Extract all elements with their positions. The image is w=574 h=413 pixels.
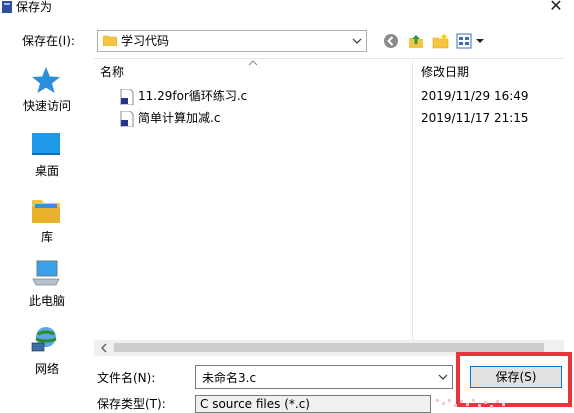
filetype-select[interactable]: C source files (*.c) <box>195 395 431 413</box>
c-file-icon <box>120 89 134 105</box>
close-button[interactable]: ✕ <box>544 0 568 17</box>
places-bar: 快速访问 桌面 库 此电脑 网络 <box>10 58 84 388</box>
title-bar <box>0 0 574 16</box>
file-name: 11.29for循环练习.c <box>138 89 248 103</box>
file-row[interactable]: 11.29for循环练习.c 2019/11/29 16:49 <box>116 88 562 106</box>
place-label: 快速访问 <box>22 99 71 113</box>
chevron-down-icon[interactable] <box>352 36 362 46</box>
app-icon <box>2 1 12 13</box>
network-icon <box>31 327 57 352</box>
file-modified: 2019/11/17 21:15 <box>421 111 529 125</box>
computer-icon <box>32 260 60 286</box>
star-icon <box>32 67 60 93</box>
save-button[interactable]: 保存(S) <box>470 366 562 388</box>
place-this-pc[interactable]: 此电脑 <box>10 258 84 316</box>
scrollbar-thumb[interactable] <box>114 343 544 352</box>
place-label: 网络 <box>34 362 59 376</box>
up-folder-icon[interactable] <box>408 33 424 49</box>
filename-input[interactable] <box>195 365 453 389</box>
save-in-label: 保存在(I): <box>22 34 75 48</box>
file-modified: 2019/11/29 16:49 <box>421 89 529 103</box>
place-desktop[interactable]: 桌面 <box>10 128 84 184</box>
place-label: 此电脑 <box>28 294 65 308</box>
place-label: 桌面 <box>34 164 59 178</box>
view-menu-icon[interactable] <box>456 33 486 49</box>
file-row[interactable]: 简单计算加减.c 2019/11/17 21:15 <box>116 110 562 128</box>
back-icon[interactable] <box>383 33 399 49</box>
new-folder-icon[interactable] <box>432 32 450 50</box>
column-header-modified[interactable]: 修改日期 <box>421 65 469 79</box>
place-label: 库 <box>40 230 53 244</box>
folder-icon <box>103 35 117 46</box>
current-folder-value: 学习代码 <box>121 34 170 48</box>
place-network[interactable]: 网络 <box>10 324 84 384</box>
decorative-dots <box>436 399 505 408</box>
file-name: 简单计算加减.c <box>138 111 221 125</box>
chevron-down-icon[interactable] <box>438 372 448 382</box>
window-title: 保存为 <box>16 0 53 14</box>
place-quick-access[interactable]: 快速访问 <box>10 58 84 118</box>
desktop-icon <box>32 133 60 155</box>
place-library[interactable]: 库 <box>10 194 84 250</box>
scroll-left-icon[interactable] <box>98 341 110 355</box>
column-header-name[interactable]: 名称 <box>100 65 124 79</box>
filename-label: 文件名(N): <box>97 371 156 385</box>
library-icon <box>32 200 60 223</box>
sort-ascending-icon <box>248 60 258 66</box>
c-file-icon <box>120 111 134 127</box>
